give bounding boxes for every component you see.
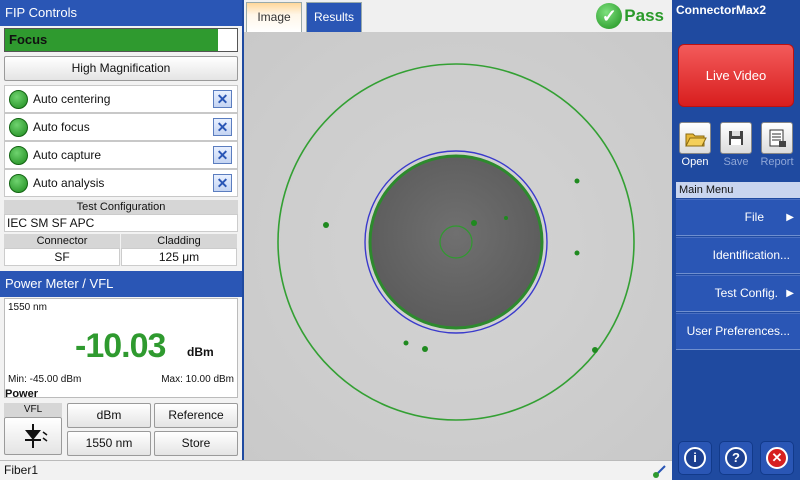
report-label: Report — [760, 156, 794, 168]
chevron-right-icon: ▶ — [786, 288, 794, 299]
laser-diode-icon — [25, 424, 48, 448]
help-icon: ? — [725, 447, 747, 469]
close-icon[interactable]: ✕ — [213, 90, 232, 108]
close-button[interactable]: ✕ — [760, 441, 794, 475]
app-title: ConnectorMax2 — [676, 3, 767, 17]
tab-image[interactable]: Image — [246, 2, 302, 32]
tab-results[interactable]: Results — [306, 2, 362, 32]
main-menu-header: Main Menu — [676, 182, 800, 198]
menu-item-file[interactable]: File ▶ — [676, 199, 800, 236]
fiber-image-panel: Image Results ✓ Pass — [244, 0, 672, 460]
menu-item-label: File — [744, 210, 764, 224]
cladding-value: 125 μm — [121, 248, 237, 266]
high-magnification-button[interactable]: High Magnification — [4, 56, 238, 81]
help-button[interactable]: ? — [719, 441, 753, 475]
power-label: Power — [5, 388, 39, 400]
open-label: Open — [681, 156, 709, 168]
save-button[interactable]: Save — [719, 122, 753, 168]
menu-item-identification[interactable]: Identification... — [676, 237, 800, 274]
focus-label: Focus — [9, 32, 48, 47]
close-icon: ✕ — [766, 447, 788, 469]
defect-marker — [592, 347, 598, 353]
chevron-right-icon: ▶ — [786, 212, 794, 223]
power-wavelength: 1550 nm — [8, 302, 47, 313]
info-button[interactable]: i — [678, 441, 712, 475]
close-icon[interactable]: ✕ — [213, 118, 232, 136]
power-unit: dBm — [187, 345, 214, 359]
defect-marker — [574, 250, 580, 256]
fip-controls-title: FIP Controls — [0, 0, 242, 26]
save-label: Save — [723, 156, 749, 168]
status-led-icon — [9, 118, 28, 137]
report-icon — [761, 122, 793, 154]
connector-value: SF — [4, 248, 120, 266]
connector-cladding-header: Connector Cladding — [4, 234, 238, 248]
open-button[interactable]: Open — [678, 122, 712, 168]
unit-dbm-button[interactable]: dBm — [67, 403, 151, 428]
store-button[interactable]: Store — [154, 431, 238, 456]
pass-label: Pass — [624, 6, 664, 25]
cladding-header: Cladding — [121, 234, 237, 248]
status-led-icon — [9, 90, 28, 109]
checkmark-icon: ✓ — [596, 3, 623, 29]
live-video-button[interactable]: Live Video — [678, 44, 794, 107]
menu-item-label: Identification... — [712, 248, 790, 262]
status-led-icon — [9, 174, 28, 193]
vfl-button[interactable] — [4, 417, 62, 455]
auto-analysis-label: Auto analysis — [33, 176, 105, 190]
info-icon: i — [684, 447, 706, 469]
menu-item-user-preferences[interactable]: User Preferences... — [676, 313, 800, 350]
auto-capture-label: Auto capture — [33, 148, 102, 162]
power-max: Max: 10.00 dBm — [161, 374, 234, 385]
pass-indicator: ✓ Pass — [596, 2, 664, 30]
auto-options-list: Auto centering ✕ Auto focus ✕ Auto captu… — [4, 85, 238, 197]
cladding-zone — [368, 154, 544, 330]
fiber-probe-icon — [653, 465, 666, 478]
close-icon[interactable]: ✕ — [213, 146, 232, 164]
power-value: -10.03 — [75, 327, 166, 365]
auto-focus-label: Auto focus — [33, 120, 90, 134]
floppy-disk-icon — [720, 122, 752, 154]
test-configuration-value: IEC SM SF APC — [4, 214, 238, 232]
menu-item-label: User Preferences... — [686, 324, 790, 338]
defect-marker — [574, 178, 580, 184]
menu-item-label: Test Config. — [714, 286, 778, 300]
auto-centering-row: Auto centering ✕ — [4, 85, 238, 113]
auto-analysis-row: Auto analysis ✕ — [4, 169, 238, 197]
test-configuration-header: Test Configuration — [4, 200, 238, 214]
connector-header: Connector — [4, 234, 120, 248]
auto-centering-label: Auto centering — [33, 92, 111, 106]
defect-marker — [504, 216, 508, 220]
reference-button[interactable]: Reference — [154, 403, 238, 428]
defect-marker — [471, 220, 477, 226]
main-menu-panel: ConnectorMax2 Live Video Open Save Repor… — [672, 0, 800, 480]
connector-cladding-values: SF 125 μm — [4, 248, 238, 266]
close-icon[interactable]: ✕ — [213, 174, 232, 192]
power-min: Min: -45.00 dBm — [8, 374, 82, 385]
defect-marker — [422, 346, 428, 352]
defect-marker — [323, 222, 329, 228]
power-meter-title: Power Meter / VFL — [0, 271, 242, 297]
wavelength-button[interactable]: 1550 nm — [67, 431, 151, 456]
auto-capture-row: Auto capture ✕ — [4, 141, 238, 169]
status-fiber-label: Fiber1 — [4, 463, 39, 477]
fip-controls-panel: FIP Controls Focus High Magnification Au… — [0, 0, 242, 460]
defect-marker — [403, 340, 409, 346]
report-button[interactable]: Report — [760, 122, 794, 168]
auto-focus-row: Auto focus ✕ — [4, 113, 238, 141]
menu-item-test-config[interactable]: Test Config. ▶ — [676, 275, 800, 312]
focus-meter: Focus — [4, 28, 238, 52]
status-led-icon — [9, 146, 28, 165]
vfl-header: VFL — [4, 403, 62, 417]
view-tabs: Image Results ✓ Pass — [244, 0, 672, 32]
fiber-endface-image[interactable] — [244, 32, 672, 460]
folder-open-icon — [679, 122, 711, 154]
status-bar: Fiber1 — [0, 460, 672, 480]
power-meter-display: 1550 nm -10.03 dBm Min: -45.00 dBm Max: … — [4, 298, 238, 398]
